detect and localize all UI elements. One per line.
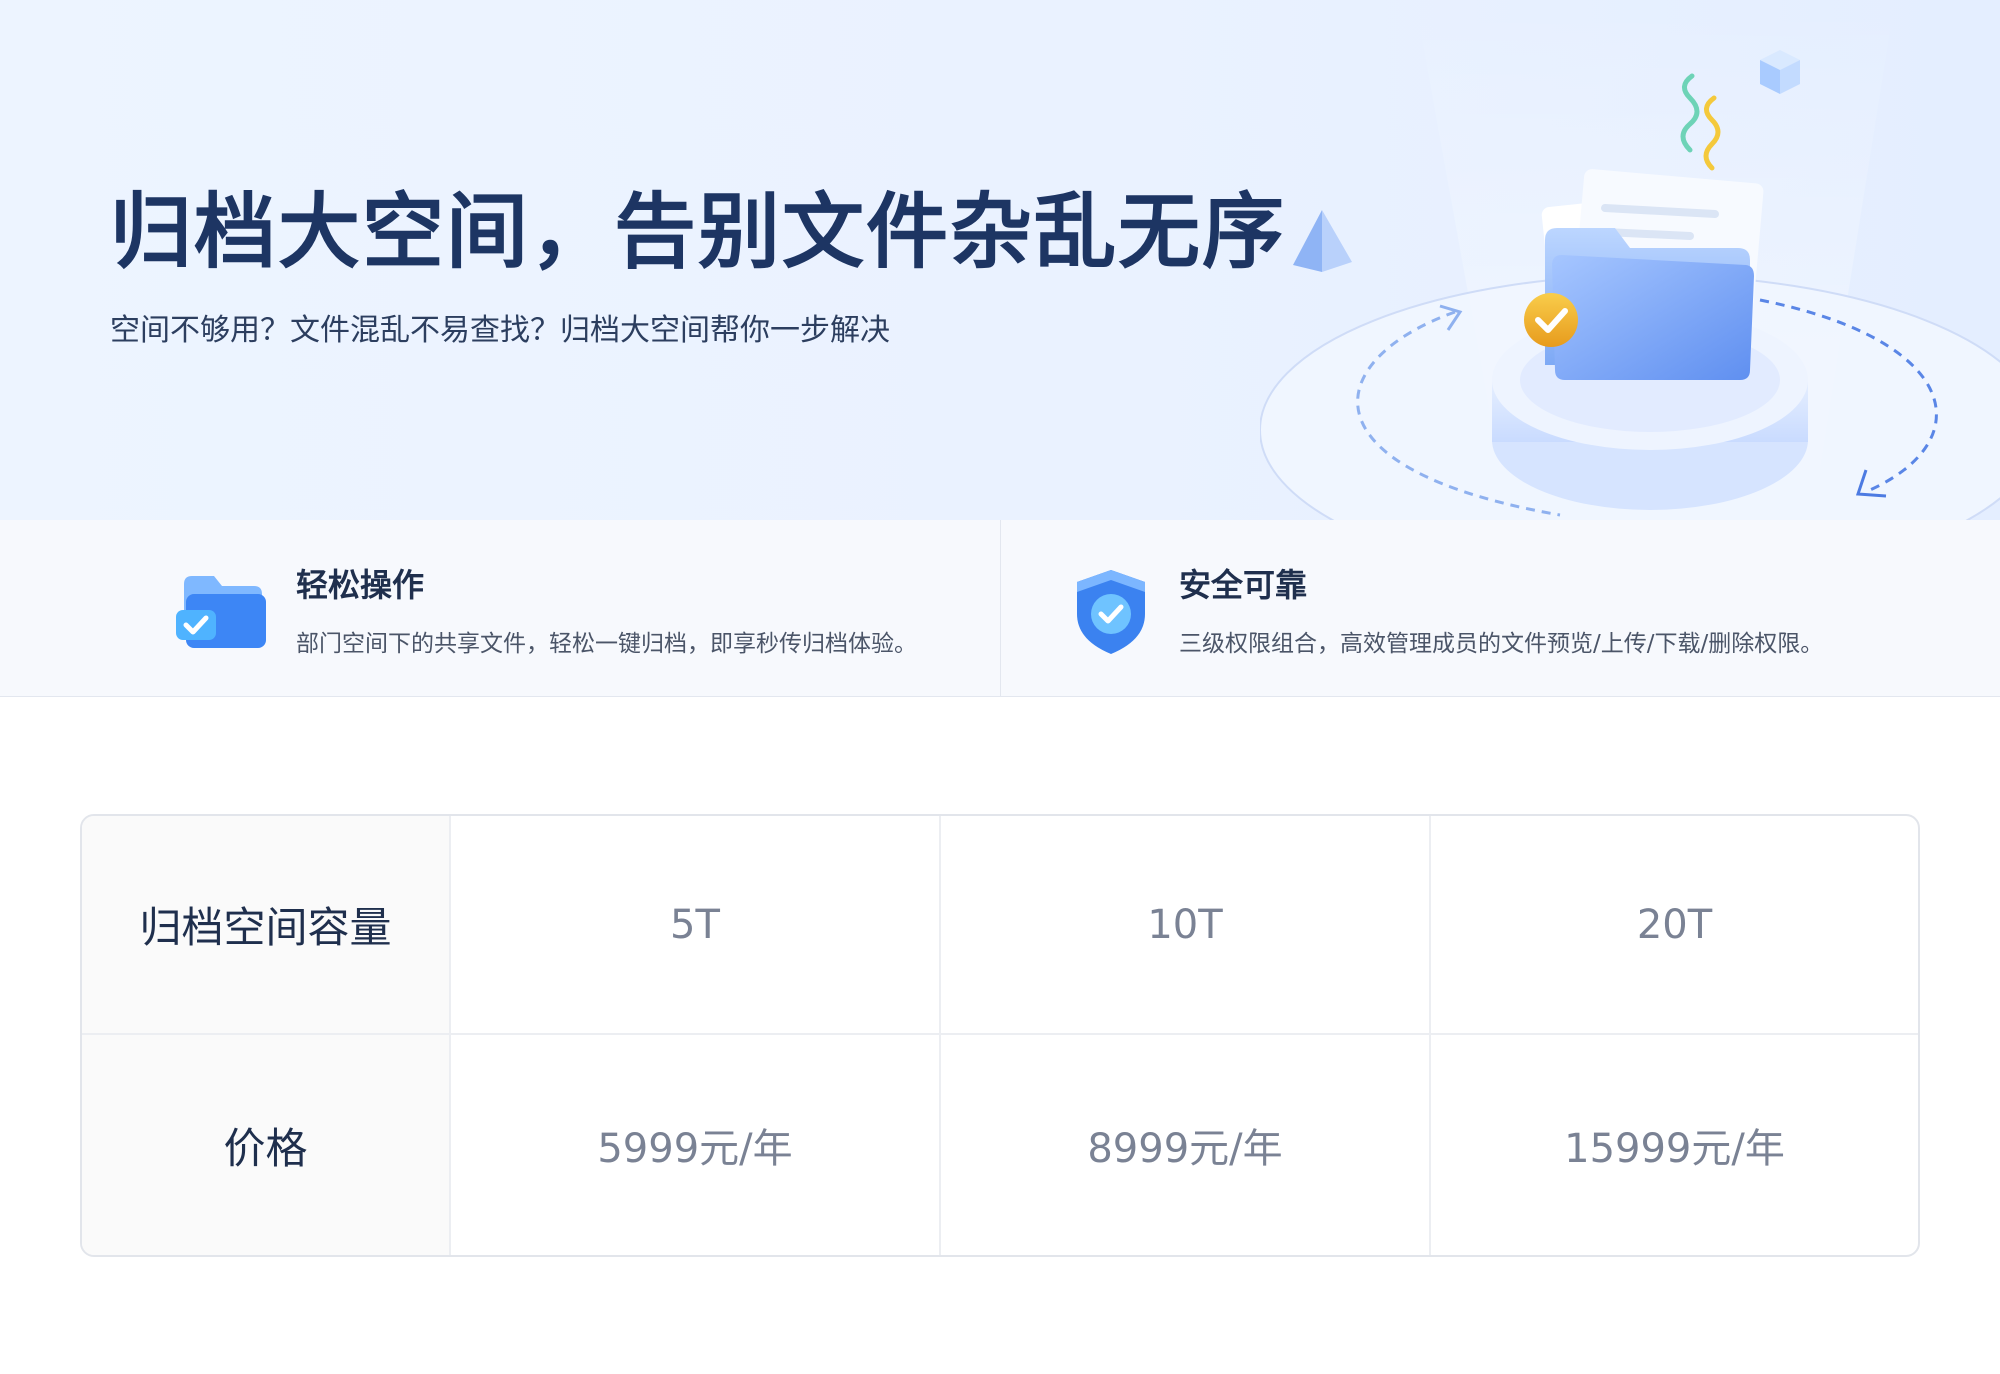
capacity-cell: 20T [1431, 816, 1918, 1035]
hero-banner: 归档大空间，告别文件杂乱无序 空间不够用？文件混乱不易查找？归档大空间帮你一步解… [0, 0, 2000, 520]
price-cell: 5999元/年 [451, 1035, 941, 1255]
row-header-capacity: 归档空间容量 [82, 816, 451, 1035]
archive-illustration [1260, 0, 2000, 520]
row-header-price: 价格 [82, 1035, 451, 1255]
shield-check-icon [1077, 570, 1145, 654]
hero-title: 归档大空间，告别文件杂乱无序 [110, 185, 1287, 280]
capacity-cell: 5T [451, 816, 941, 1035]
feature-secure: 安全可靠 三级权限组合，高效管理成员的文件预览/上传/下载/删除权限。 [1000, 520, 2000, 697]
hero-subtitle: 空间不够用？文件混乱不易查找？归档大空间帮你一步解决 [110, 313, 890, 348]
folder-check-icon [176, 576, 266, 648]
feature-title: 轻松操作 [296, 566, 425, 604]
pricing-table: 归档空间容量 5T 10T 20T 价格 5999元/年 8999元/年 159… [80, 814, 1920, 1257]
capacity-cell: 10T [941, 816, 1431, 1035]
feature-strip: 轻松操作 部门空间下的共享文件，轻松一键归档，即享秒传归档体验。 安全可靠 三级… [0, 520, 2000, 697]
price-cell: 15999元/年 [1564, 1126, 1785, 1172]
feature-description: 三级权限组合，高效管理成员的文件预览/上传/下载/删除权限。 [1179, 631, 1824, 657]
feature-title: 安全可靠 [1179, 566, 1308, 604]
price-cell: 8999元/年 [941, 1035, 1431, 1255]
feature-description: 部门空间下的共享文件，轻松一键归档，即享秒传归档体验。 [296, 631, 917, 657]
feature-easy-operation: 轻松操作 部门空间下的共享文件，轻松一键归档，即享秒传归档体验。 [0, 520, 1000, 697]
